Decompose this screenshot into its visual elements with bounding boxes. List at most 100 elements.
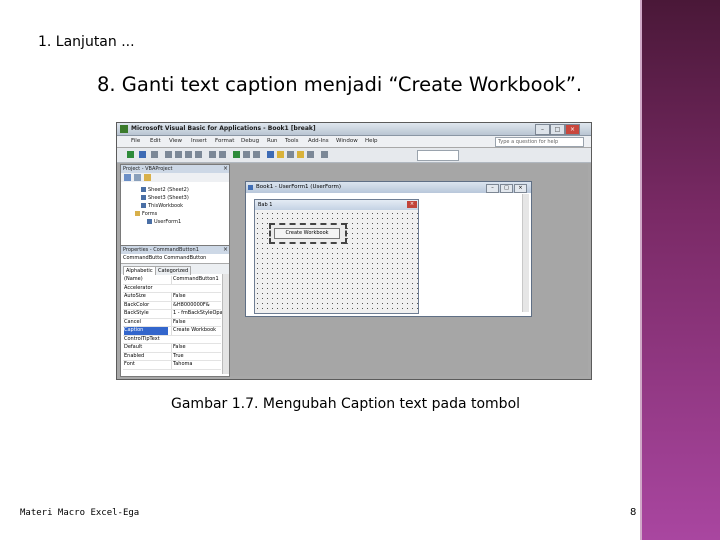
redo-icon[interactable] [219,151,226,158]
property-row[interactable]: AutoSize False [123,293,221,302]
maximize-button[interactable]: □ [550,124,565,135]
menu-edit[interactable]: Edit [150,138,161,144]
userform-icon [248,185,253,190]
property-name: Enabled [124,352,145,359]
property-name: Font [124,361,135,367]
property-row[interactable]: Default False [123,344,221,353]
designer-scrollbar[interactable] [522,194,529,312]
property-value[interactable]: False [171,344,223,352]
break-icon[interactable] [243,151,250,158]
reset-icon[interactable] [253,151,260,158]
tree-item-sheet2[interactable]: Sheet2 (Sheet2) [141,187,189,193]
properties-panel-title-text: Properties - CommandButton1 [123,247,199,253]
project-explorer: Project - VBAProject × Sheet2 (Sheet2) S… [120,164,230,246]
properties-window-icon[interactable] [287,151,294,158]
property-value[interactable]: False [171,293,223,301]
property-row[interactable]: Caption Create Workbook [123,327,221,336]
vba-window-title: Microsoft Visual Basic for Applications … [131,125,316,132]
property-value[interactable]: &H8000000F& [171,301,223,309]
insert-userform-icon[interactable] [139,151,146,158]
menu-run[interactable]: Run [267,138,278,144]
property-row[interactable]: ControlTipText [123,336,221,344]
run-icon[interactable] [233,151,240,158]
minimize-button[interactable]: – [535,124,550,135]
standard-toolbar [117,148,591,163]
project-explorer-icon[interactable] [277,151,284,158]
property-value[interactable]: Tahoma [171,361,223,369]
userform-window-title: Book1 - UserForm1 (UserForm) [256,184,341,190]
command-button-1[interactable]: Create Workbook [269,223,347,244]
help-icon[interactable] [321,151,328,158]
cut-icon[interactable] [165,151,172,158]
property-value[interactable]: False [171,318,223,326]
property-row[interactable]: Font Tahoma [123,361,221,370]
tree-item-thisworkbook[interactable]: ThisWorkbook [141,203,183,209]
tab-alphabetic[interactable]: Alphabetic [123,266,156,275]
property-row[interactable]: Cancel False [123,318,223,327]
copy-icon[interactable] [175,151,182,158]
menu-file[interactable]: File [131,138,140,144]
menu-window[interactable]: Window [336,138,358,144]
decorative-side-band [640,0,720,540]
userform1[interactable]: Bab 1 × Create Workbook [254,199,419,314]
help-search-input[interactable]: Type a question for help [495,137,584,147]
userform-window-titlebar: Book1 - UserForm1 (UserForm) – □ × [246,182,531,193]
maximize-button[interactable]: □ [500,184,513,193]
property-name: BackColor [124,301,150,308]
property-row[interactable]: (Name) CommandButton1 [123,276,221,285]
menu-addins[interactable]: Add-Ins [308,138,329,144]
tree-item-userform1[interactable]: UserForm1 [147,219,181,225]
toggle-folders-icon[interactable] [144,174,151,181]
property-name: BackStyle [124,310,149,316]
object-selector[interactable]: CommandButto CommandButton [121,254,229,264]
menu-debug[interactable]: Debug [241,138,259,144]
object-browser-icon[interactable] [297,151,304,158]
excel-icon[interactable] [127,151,134,158]
project-panel-title: Project - VBAProject × [121,165,229,173]
tab-categorized[interactable]: Categorized [155,266,192,275]
view-code-icon[interactable] [124,174,131,181]
property-row[interactable]: BackStyle 1 - fmBackStyleOpaque [123,310,223,319]
property-name: Accelerator [124,284,153,291]
close-button[interactable]: × [514,184,527,193]
vba-editor-screenshot: Microsoft Visual Basic for Applications … [116,122,592,380]
close-icon[interactable]: × [407,201,417,208]
tree-item-forms[interactable]: Forms [135,211,157,217]
menu-tools[interactable]: Tools [285,138,299,144]
menu-insert[interactable]: Insert [191,138,207,144]
vba-app-icon [120,125,128,133]
minimize-button[interactable]: – [486,184,499,193]
property-row[interactable]: Enabled True [123,352,223,361]
menu-format[interactable]: Format [215,138,234,144]
save-icon[interactable] [151,151,158,158]
page-number: 8 [630,507,637,518]
property-value[interactable]: 1 - fmBackStyleOpaque [171,310,223,318]
menu-view[interactable]: View [169,138,182,144]
userform-designer-window: Book1 - UserForm1 (UserForm) – □ × Bab 1… [245,181,532,317]
footer-text: Materi Macro Excel-Ega [20,508,140,518]
property-scrollbar[interactable] [222,274,229,374]
menu-help[interactable]: Help [365,138,378,144]
properties-window: Properties - CommandButton1 × CommandBut… [120,245,230,377]
slide-heading: 8. Ganti text caption menjadi “Create Wo… [97,73,583,96]
property-value[interactable]: CommandButton1 [171,276,223,284]
undo-icon[interactable] [209,151,216,158]
paste-icon[interactable] [185,151,192,158]
property-name: (Name) [124,276,143,282]
line-col-indicator [417,150,459,161]
tree-item-sheet3[interactable]: Sheet3 (Sheet3) [141,195,189,201]
design-mode-icon[interactable] [267,151,274,158]
property-row[interactable]: Accelerator [123,284,221,293]
close-icon[interactable]: × [223,246,228,254]
find-icon[interactable] [195,151,202,158]
close-button[interactable]: × [565,124,580,135]
property-value[interactable]: True [171,352,223,360]
property-row[interactable]: BackColor &H8000000F& [123,301,223,310]
view-object-icon[interactable] [134,174,141,181]
property-value[interactable]: Create Workbook [171,327,223,335]
close-icon[interactable]: × [223,165,228,173]
property-name: Caption [124,327,168,335]
toolbox-icon[interactable] [307,151,314,158]
vba-titlebar: Microsoft Visual Basic for Applications … [117,123,591,136]
form-grid[interactable]: Create Workbook [255,211,418,313]
